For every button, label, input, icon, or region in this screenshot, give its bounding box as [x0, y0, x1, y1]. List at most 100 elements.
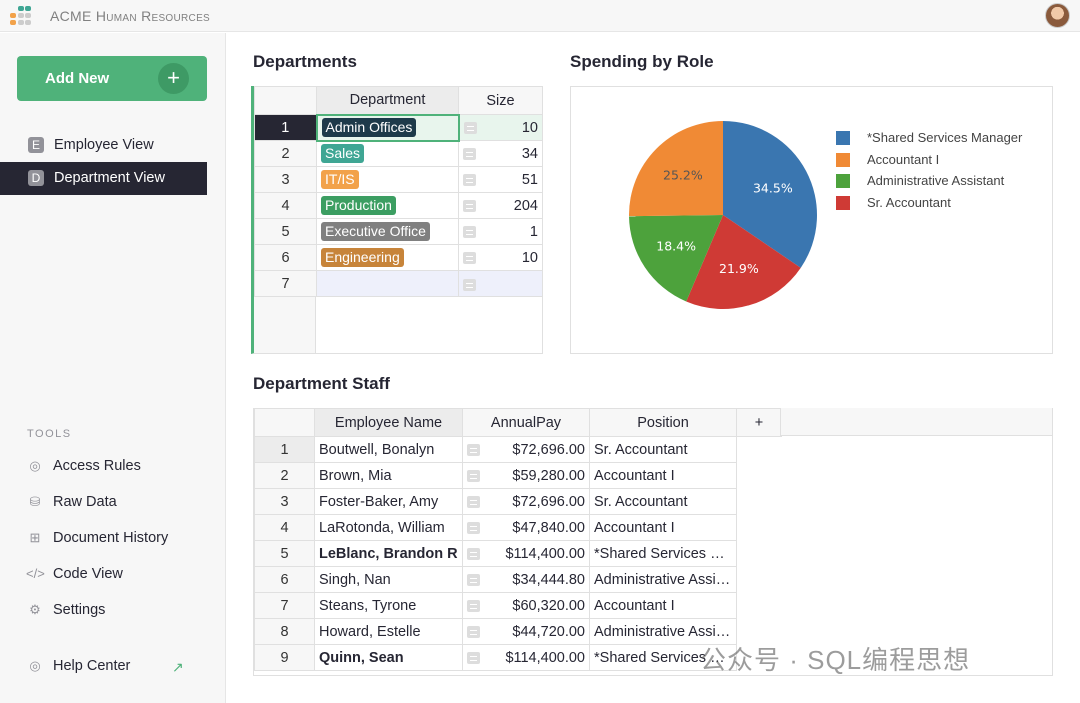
employee-name-cell[interactable]: LeBlanc, Brandon R: [314, 540, 463, 567]
position-cell[interactable]: Accountant I: [589, 514, 737, 541]
empty-cell: [737, 593, 782, 619]
row-number[interactable]: 9: [254, 644, 315, 671]
position-cell[interactable]: Accountant I: [589, 592, 737, 619]
employee-name-cell[interactable]: Quinn, Sean: [314, 644, 463, 671]
annual-pay-cell[interactable]: $72,696.00: [462, 488, 590, 515]
row-number[interactable]: 7: [254, 270, 317, 297]
column-header-position[interactable]: Position: [589, 408, 737, 437]
position-cell[interactable]: Administrative Assistant: [589, 566, 737, 593]
employee-name-cell[interactable]: Steans, Tyrone: [314, 592, 463, 619]
nav-label: Department View: [54, 170, 165, 186]
nav-employee-view[interactable]: E Employee View: [0, 129, 207, 162]
column-header-employee-name[interactable]: Employee Name: [314, 408, 463, 437]
empty-cell: [737, 437, 782, 463]
reference-icon: [467, 443, 480, 456]
pie-slice-label: 21.9%: [719, 261, 759, 276]
table-row[interactable]: 6 Singh, Nan $34,444.80 Administrative Assi…: [254, 566, 782, 593]
table-row[interactable]: 2 Brown, Mia $59,280.00 Accountant I: [254, 462, 782, 489]
table-row[interactable]: 1 Boutwell, Bonalyn $72,696.00 Sr. Accounta…: [254, 436, 782, 463]
annual-pay-cell[interactable]: $34,444.80: [462, 566, 590, 593]
annual-pay-cell[interactable]: $114,400.00: [462, 644, 590, 671]
tool-label: Settings: [53, 602, 106, 618]
size-cell[interactable]: 34: [458, 140, 543, 167]
size-cell[interactable]: 10: [458, 244, 543, 271]
size-cell[interactable]: 10: [458, 114, 543, 141]
department-cell[interactable]: IT/IS: [316, 166, 459, 193]
table-row[interactable]: 5 Executive Office 1: [254, 218, 543, 245]
employee-name-cell[interactable]: Brown, Mia: [314, 462, 463, 489]
nav-department-view[interactable]: D Department View: [0, 162, 207, 195]
size-cell[interactable]: 204: [458, 192, 543, 219]
row-number[interactable]: 1: [254, 114, 317, 141]
size-cell[interactable]: [458, 270, 543, 297]
department-cell[interactable]: [316, 270, 459, 297]
row-number[interactable]: 4: [254, 192, 317, 219]
size-value: 204: [513, 197, 538, 214]
employee-name-cell[interactable]: Boutwell, Bonalyn: [314, 436, 463, 463]
row-number[interactable]: 2: [254, 140, 317, 167]
department-cell[interactable]: Admin Offices: [315, 113, 460, 142]
table-row[interactable]: 2 Sales 34: [254, 140, 543, 167]
department-cell[interactable]: Executive Office: [316, 218, 459, 245]
row-number[interactable]: 3: [254, 488, 315, 515]
size-cell[interactable]: 51: [458, 166, 543, 193]
user-avatar[interactable]: [1045, 3, 1070, 28]
annual-pay-cell[interactable]: $60,320.00: [462, 592, 590, 619]
column-header-annual-pay[interactable]: AnnualPay: [462, 408, 590, 437]
annual-pay-cell[interactable]: $47,840.00: [462, 514, 590, 541]
row-number[interactable]: 3: [254, 166, 317, 193]
department-cell[interactable]: Sales: [316, 140, 459, 167]
row-number[interactable]: 5: [254, 218, 317, 245]
table-row[interactable]: 4 LaRotonda, William $47,840.00 Accountant …: [254, 514, 782, 541]
table-row[interactable]: 6 Engineering 10: [254, 244, 543, 271]
table-row[interactable]: 3 Foster-Baker, Amy $72,696.00 Sr. Accounta…: [254, 488, 782, 515]
size-cell[interactable]: 1: [458, 218, 543, 245]
tool-document-history[interactable]: ⊞ Document History: [26, 530, 169, 550]
department-cell[interactable]: Engineering: [316, 244, 459, 271]
help-center-link[interactable]: ◎ Help Center: [26, 658, 130, 678]
table-row[interactable]: 5 LeBlanc, Brandon R $114,400.00 *Shared Se…: [254, 540, 782, 567]
add-column-button[interactable]: +: [736, 408, 782, 437]
add-new-button[interactable]: Add New +: [17, 56, 207, 101]
table-row[interactable]: 7 Steans, Tyrone $60,320.00 Accountant I: [254, 592, 782, 619]
tool-access-rules[interactable]: ◎ Access Rules: [26, 458, 141, 478]
row-number[interactable]: 2: [254, 462, 315, 489]
employee-name-cell[interactable]: Howard, Estelle: [314, 618, 463, 645]
table-row[interactable]: 1 Admin Offices 10: [254, 113, 543, 142]
annual-pay-cell[interactable]: $72,696.00: [462, 436, 590, 463]
reference-icon: [463, 199, 476, 212]
size-value: 51: [521, 171, 538, 188]
tool-settings[interactable]: ⚙ Settings: [26, 602, 105, 622]
row-number[interactable]: 4: [254, 514, 315, 541]
chart-title: Spending by Role: [570, 52, 714, 71]
position-cell[interactable]: Sr. Accountant: [589, 488, 737, 515]
position-cell[interactable]: Sr. Accountant: [589, 436, 737, 463]
employee-name-cell[interactable]: Singh, Nan: [314, 566, 463, 593]
row-number[interactable]: 6: [254, 244, 317, 271]
column-header-size[interactable]: Size: [458, 86, 543, 115]
annual-pay-cell[interactable]: $114,400.00: [462, 540, 590, 567]
pay-value: $114,400.00: [505, 649, 585, 666]
row-number[interactable]: 5: [254, 540, 315, 567]
row-number[interactable]: 1: [254, 436, 315, 463]
annual-pay-cell[interactable]: $59,280.00: [462, 462, 590, 489]
table-row[interactable]: 3 IT/IS 51: [254, 166, 543, 193]
department-cell[interactable]: Production: [316, 192, 459, 219]
employee-name-cell[interactable]: LaRotonda, William: [314, 514, 463, 541]
tool-code-view[interactable]: </> Code View: [26, 566, 123, 586]
table-row[interactable]: 7: [254, 270, 543, 297]
position-cell[interactable]: *Shared Services Manager: [589, 540, 737, 567]
row-number[interactable]: 7: [254, 592, 315, 619]
annual-pay-cell[interactable]: $44,720.00: [462, 618, 590, 645]
page-badge-icon: D: [28, 170, 44, 186]
row-number[interactable]: 6: [254, 566, 315, 593]
tool-raw-data[interactable]: ⛁ Raw Data: [26, 494, 117, 514]
external-link-icon[interactable]: ↗: [172, 659, 184, 676]
legend-label: *Shared Services Manager: [867, 130, 1023, 145]
position-cell[interactable]: Accountant I: [589, 462, 737, 489]
column-header-department[interactable]: Department: [316, 86, 459, 115]
employee-name-cell[interactable]: Foster-Baker, Amy: [314, 488, 463, 515]
row-number[interactable]: 8: [254, 618, 315, 645]
size-value: 1: [529, 223, 538, 240]
table-row[interactable]: 4 Production 204: [254, 192, 543, 219]
